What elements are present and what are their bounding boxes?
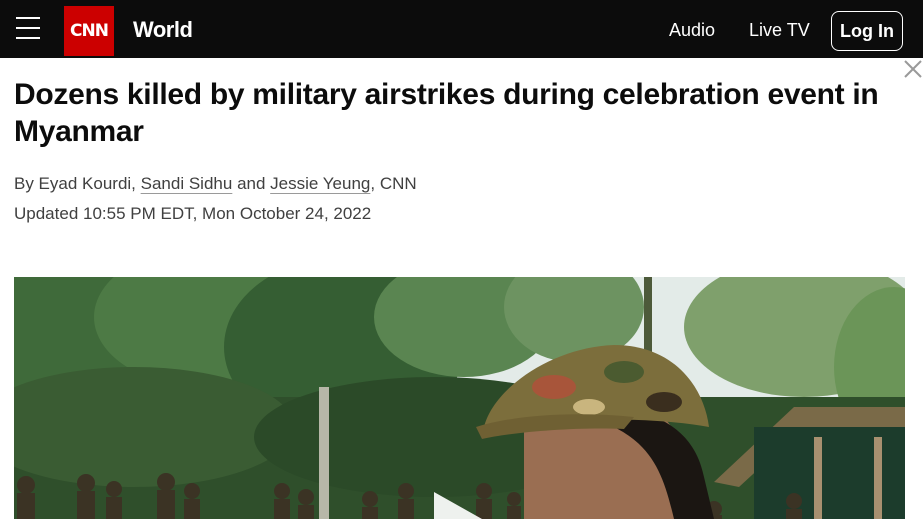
login-button[interactable]: Log In [831,11,903,51]
byline-prefix: By Eyad Kourdi, [14,174,136,193]
article-headline: Dozens killed by military airstrikes dur… [14,78,879,148]
menu-icon[interactable] [16,17,40,39]
hero-video-image [14,277,905,519]
login-label: Log In [840,20,894,41]
nav-audio-link[interactable]: Audio [669,20,715,41]
close-icon[interactable] [902,58,923,80]
byline-suffix: , CNN [370,174,417,193]
section-title[interactable]: World [133,17,193,43]
top-navigation-bar: CNN World Audio Live TV Log In [0,0,923,58]
updated-timestamp: Updated 10:55 PM EDT, Mon October 24, 20… [14,204,372,223]
cnn-logo[interactable]: CNN [64,6,114,56]
hero-video[interactable] [14,277,905,519]
byline: By Eyad Kourdi, Sandi Sidhu and Jessie Y… [14,174,417,194]
nav-live-tv-link[interactable]: Live TV [749,20,810,41]
author-link-jessie-yeung[interactable]: Jessie Yeung [270,174,370,193]
byline-and: and [237,174,266,193]
author-link-sandi-sidhu[interactable]: Sandi Sidhu [141,174,233,193]
logo-text: CNN [70,21,109,41]
